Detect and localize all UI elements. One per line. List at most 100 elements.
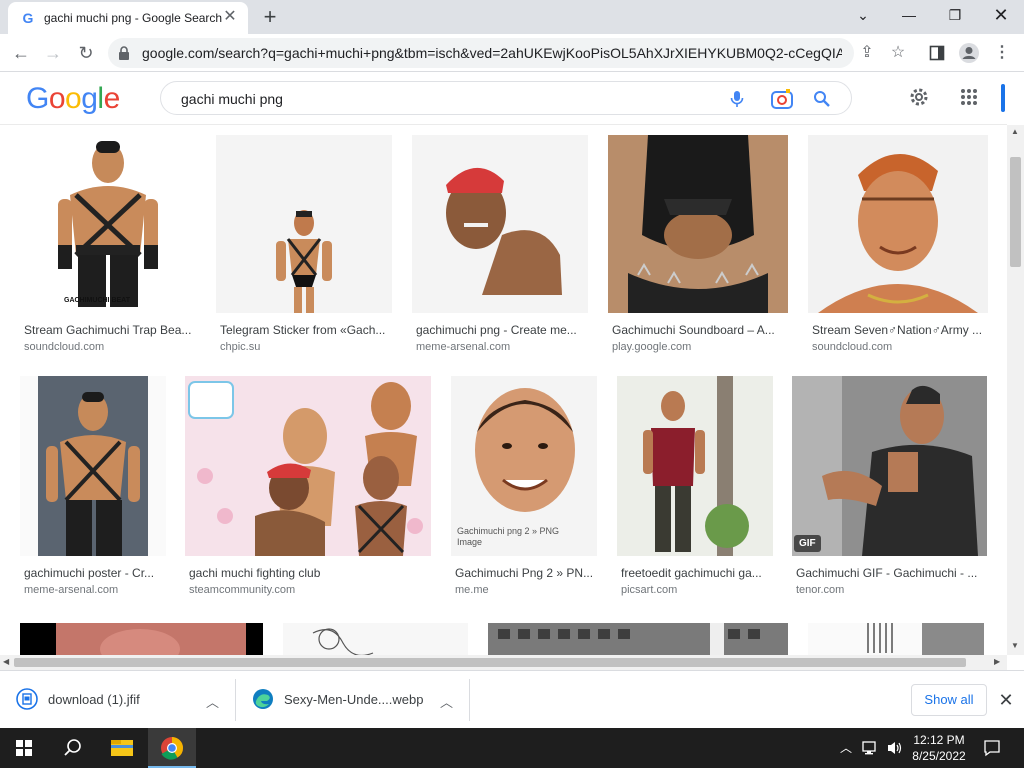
result-thumbnail[interactable] <box>185 376 431 556</box>
scroll-down-icon[interactable]: ▼ <box>1011 641 1019 650</box>
result-thumbnail[interactable] <box>412 135 588 313</box>
result-caption[interactable]: freetoedit gachimuchi ga... <box>621 566 773 580</box>
tab-search-icon[interactable]: ⌄ <box>840 0 886 30</box>
download-item[interactable]: Sexy-Men-Unde....webp ︿ <box>236 671 470 729</box>
clock-date: 8/25/2022 <box>912 749 966 763</box>
close-shelf-icon[interactable]: ✕ <box>996 688 1016 712</box>
apps-icon[interactable] <box>960 88 978 106</box>
result-thumbnail[interactable] <box>808 135 988 313</box>
result-thumbnail[interactable]: Gachimuchi png 2 » PNG Image <box>451 376 597 556</box>
vertical-scroll-thumb[interactable] <box>1010 157 1021 267</box>
menu-icon[interactable]: ⋮ <box>991 42 1013 64</box>
result-caption[interactable]: Stream Gachimuchi Trap Bea... <box>24 323 196 337</box>
windows-start-icon[interactable] <box>0 728 48 768</box>
forward-icon[interactable]: → <box>40 40 66 66</box>
google-header: Google gachi muchi png <box>0 72 1007 125</box>
notification-icon[interactable] <box>982 738 1002 758</box>
image-result[interactable] <box>20 623 263 655</box>
image-result[interactable] <box>283 623 468 655</box>
minimize-icon[interactable]: — <box>886 0 932 30</box>
result-thumbnail[interactable]: GACHIMUCHI BEAT <box>20 135 196 313</box>
result-source[interactable]: meme-arsenal.com <box>416 341 588 353</box>
result-thumbnail[interactable]: GIF <box>792 376 987 556</box>
search-input[interactable]: gachi muchi png <box>181 91 283 107</box>
result-thumbnail[interactable] <box>608 135 788 313</box>
image-result[interactable] <box>808 623 984 655</box>
address-bar[interactable]: google.com/search?q=gachi+muchi+png&tbm=… <box>108 38 854 68</box>
result-caption[interactable]: Telegram Sticker from «Gach... <box>220 323 392 337</box>
reload-icon[interactable]: ↻ <box>73 40 99 66</box>
scroll-left-icon[interactable]: ◀ <box>3 657 9 666</box>
result-caption[interactable]: gachi muchi fighting club <box>189 566 431 580</box>
result-caption[interactable]: gachimuchi poster - Cr... <box>24 566 166 580</box>
mic-icon[interactable] <box>729 90 745 108</box>
chrome-icon[interactable] <box>148 728 196 768</box>
result-caption[interactable]: Gachimuchi GIF - Gachimuchi - ... <box>796 566 987 580</box>
horizontal-scrollbar[interactable]: ◀ ▶ <box>0 655 1007 670</box>
result-source[interactable]: soundcloud.com <box>24 341 196 353</box>
tab-active[interactable]: G gachi muchi png - Google Search ✕ <box>8 2 248 34</box>
lock-icon[interactable] <box>118 46 130 60</box>
tab-close-icon[interactable]: ✕ <box>222 9 238 25</box>
image-result[interactable]: freetoedit gachimuchi ga... picsart.com <box>617 376 773 606</box>
result-source[interactable]: picsart.com <box>621 584 773 596</box>
show-all-button[interactable]: Show all <box>911 684 987 716</box>
vertical-scrollbar[interactable]: ▲ ▼ <box>1007 125 1024 655</box>
file-explorer-icon[interactable] <box>98 728 146 768</box>
result-thumbnail[interactable] <box>808 623 984 655</box>
result-thumbnail[interactable] <box>617 376 773 556</box>
chevron-up-icon[interactable]: ︿ <box>840 739 852 756</box>
result-thumbnail[interactable] <box>20 623 263 655</box>
image-result[interactable]: gachi muchi fighting club steamcommunity… <box>185 376 431 606</box>
back-icon[interactable]: ← <box>8 40 34 66</box>
scroll-right-icon[interactable]: ▶ <box>994 657 1000 666</box>
image-result[interactable]: Stream Seven♂Nation♂Army ... soundcloud.… <box>808 135 988 365</box>
result-source[interactable]: steamcommunity.com <box>189 584 431 596</box>
file-icon <box>16 688 38 710</box>
image-result[interactable]: Gachimuchi png 2 » PNG Image Gachimuchi … <box>451 376 597 606</box>
search-icon[interactable] <box>813 90 831 108</box>
result-source[interactable]: tenor.com <box>796 584 987 596</box>
result-source[interactable]: me.me <box>455 584 597 596</box>
image-result[interactable]: Telegram Sticker from «Gach... chpic.su <box>216 135 392 365</box>
result-caption[interactable]: Stream Seven♂Nation♂Army ... <box>812 323 988 337</box>
search-box[interactable]: gachi muchi png <box>160 81 852 115</box>
profile-icon[interactable] <box>958 42 980 64</box>
lens-icon[interactable] <box>771 89 793 109</box>
share-icon[interactable]: ⇪ <box>856 42 878 64</box>
result-source[interactable]: soundcloud.com <box>812 341 988 353</box>
image-result[interactable] <box>488 623 788 655</box>
chevron-up-icon[interactable]: ︿ <box>440 692 453 711</box>
network-icon[interactable] <box>862 740 880 756</box>
image-result[interactable]: gachimuchi poster - Cr... meme-arsenal.c… <box>20 376 166 606</box>
windows-taskbar: ︿ 12:12 PM 8/25/2022 <box>0 728 1024 768</box>
new-tab-button[interactable]: + <box>258 6 282 28</box>
image-result[interactable]: GIF Gachimuchi GIF - Gachimuchi - ... te… <box>792 376 987 606</box>
taskbar-clock[interactable]: 12:12 PM 8/25/2022 <box>900 732 978 764</box>
download-filename: Sexy-Men-Unde....webp <box>284 692 424 707</box>
star-icon[interactable]: ☆ <box>887 42 909 64</box>
download-item[interactable]: download (1).jfif ︿ <box>0 671 236 729</box>
result-source[interactable]: chpic.su <box>220 341 392 353</box>
result-thumbnail[interactable] <box>283 623 468 655</box>
result-caption[interactable]: gachimuchi png - Create me... <box>416 323 588 337</box>
result-thumbnail[interactable] <box>20 376 166 556</box>
horizontal-scroll-thumb[interactable] <box>14 658 966 667</box>
image-result[interactable]: Gachimuchi Soundboard – A... play.google… <box>608 135 788 365</box>
result-source[interactable]: meme-arsenal.com <box>24 584 166 596</box>
window-close-icon[interactable]: ✕ <box>978 0 1024 30</box>
result-caption[interactable]: Gachimuchi Soundboard – A... <box>612 323 788 337</box>
search-taskbar-icon[interactable] <box>48 728 96 768</box>
sidebar-icon[interactable] <box>926 42 948 64</box>
result-thumbnail[interactable] <box>216 135 392 313</box>
chevron-up-icon[interactable]: ︿ <box>206 692 219 711</box>
result-source[interactable]: play.google.com <box>612 341 788 353</box>
google-logo[interactable]: Google <box>26 82 120 116</box>
settings-icon[interactable] <box>908 86 930 108</box>
image-result[interactable]: GACHIMUCHI BEAT Stream Gachimuchi Trap B… <box>20 135 196 365</box>
restore-icon[interactable]: ❐ <box>932 0 978 30</box>
result-caption[interactable]: Gachimuchi Png 2 » PN... <box>455 566 597 580</box>
image-result[interactable]: gachimuchi png - Create me... meme-arsen… <box>412 135 588 365</box>
result-thumbnail[interactable] <box>488 623 788 655</box>
scroll-up-icon[interactable]: ▲ <box>1011 127 1019 136</box>
